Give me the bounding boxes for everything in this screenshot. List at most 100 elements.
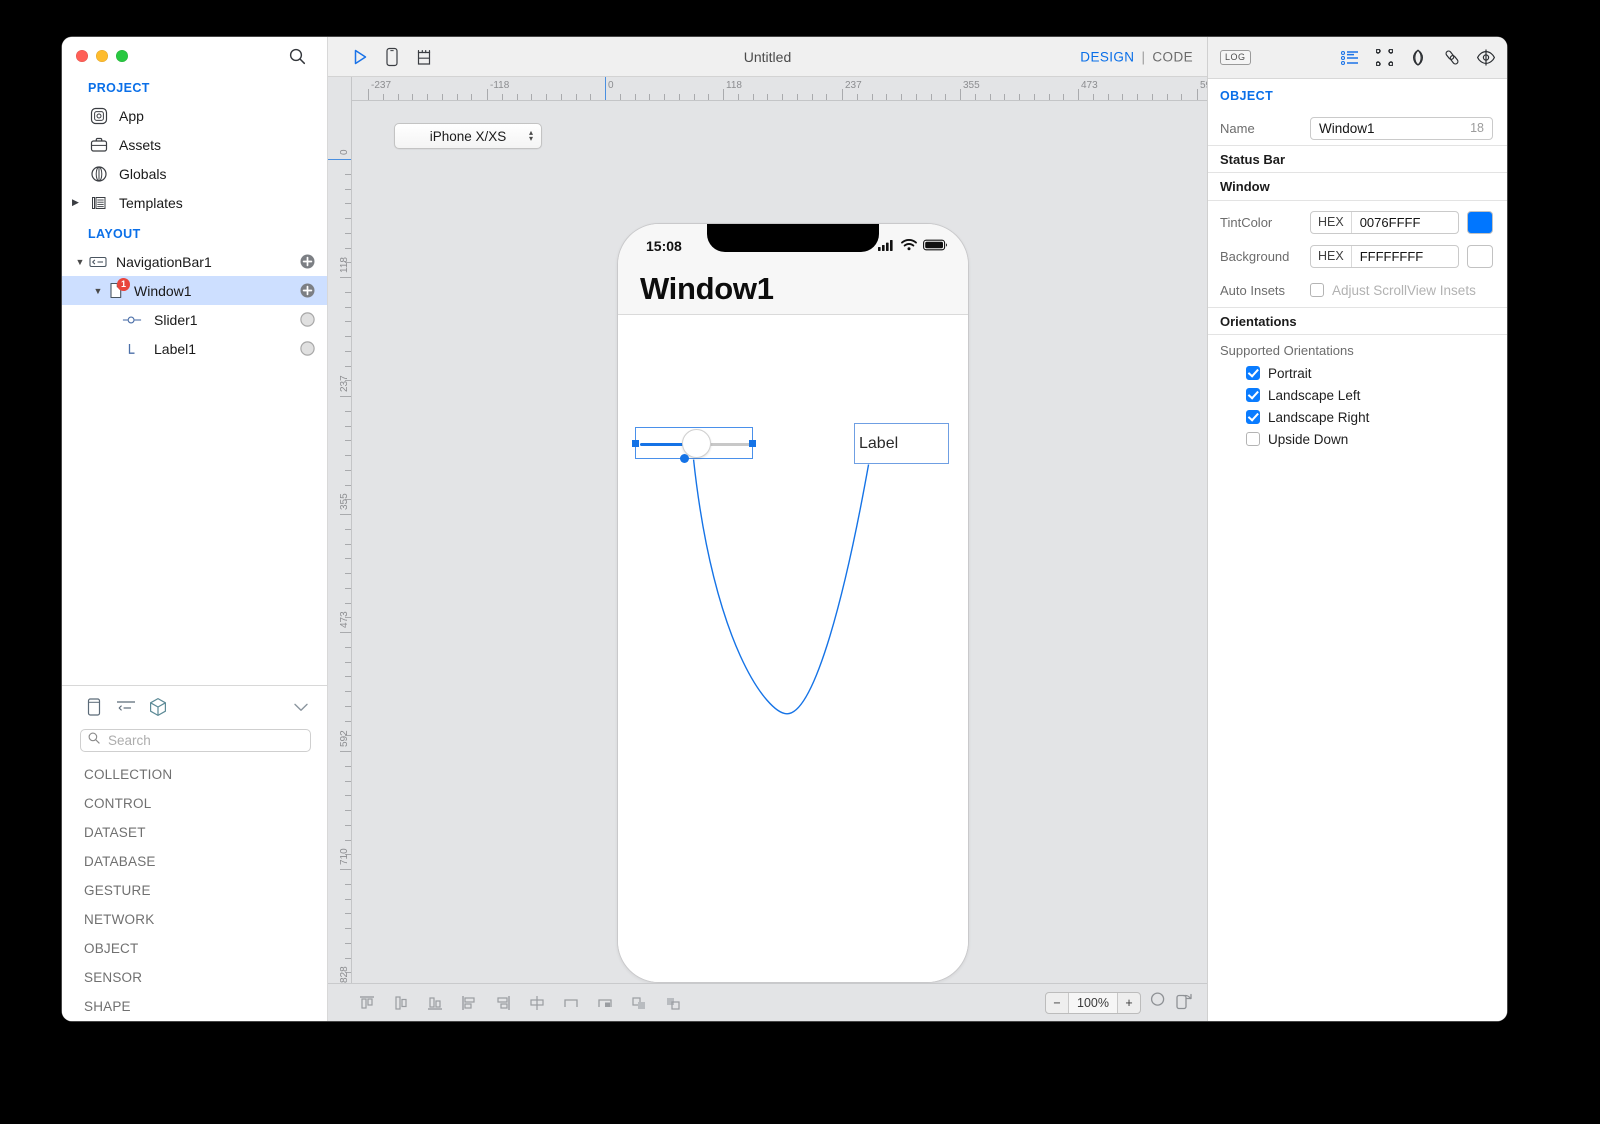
search-input[interactable] [106,731,303,749]
background-property-row: Background HEX FFFFFFFF [1208,239,1507,273]
bring-forward-icon[interactable] [622,990,656,1016]
modules-icon[interactable] [408,42,440,72]
phone-content[interactable]: Label [618,315,968,982]
ruler-minor-tick [531,94,533,100]
circle-icon[interactable] [299,312,315,328]
orientation-row-upside-down[interactable]: Upside Down [1208,428,1507,450]
properties-list-icon[interactable] [1339,47,1361,69]
layout-item-label: Window1 [134,282,192,299]
align-bottom-icon[interactable] [418,990,452,1016]
ruler-minor-tick [345,173,351,175]
layout-item-window1[interactable]: ▼ 1 Window1 [62,276,327,305]
layout-item-navigationbar1[interactable]: ▼ NavigationBar1 [62,247,327,276]
vertical-ruler[interactable]: 0 118 237 355 473 592 710 828 [328,77,352,983]
inspector-toolbar: LOG [1208,37,1507,79]
library-category-dataset[interactable]: DATASET [62,818,327,847]
resize-handle-right[interactable] [749,440,756,447]
size-width-icon[interactable] [554,990,588,1016]
canvas-toolbar: Untitled DESIGN | CODE [328,37,1207,77]
chevron-up-down-icon[interactable]: ▴ ▾ [529,129,533,143]
align-left-icon[interactable] [452,990,486,1016]
resize-handle-left[interactable] [632,440,639,447]
library-category-collection[interactable]: COLLECTION [62,760,327,789]
library-category-control[interactable]: CONTROL [62,789,327,818]
page-icon[interactable] [80,693,108,721]
minimize-window-button[interactable] [96,50,108,62]
orientation-row-portrait[interactable]: Portrait [1208,362,1507,384]
align-right-icon[interactable] [486,990,520,1016]
background-hex-field[interactable]: HEX FFFFFFFF [1310,244,1459,268]
name-field[interactable]: Window1 18 [1310,116,1493,140]
library-category-network[interactable]: NETWORK [62,905,327,934]
send-backward-icon[interactable] [656,990,690,1016]
slider-widget[interactable] [632,427,756,463]
zoom-out-button[interactable]: − [1046,992,1069,1013]
connection-anchor[interactable] [680,454,689,463]
group-orientations[interactable]: Orientations [1208,307,1507,335]
search-icon[interactable] [285,44,309,68]
canvas[interactable]: iPhone X/XS ▴ ▾ 15:08 Window1 Label [352,101,1207,983]
background-swatch[interactable] [1467,244,1493,268]
list-icon[interactable] [112,693,140,721]
chevron-down-icon[interactable] [291,697,311,717]
sidebar-item-templates[interactable]: ▶ Templates [62,188,327,217]
portrait-checkbox[interactable] [1246,366,1260,380]
appearance-icon[interactable] [1407,47,1429,69]
add-icon[interactable] [299,283,315,299]
ruler-tick [340,396,351,397]
library-category-object[interactable]: OBJECT [62,934,327,963]
disclosure-triangle-icon[interactable]: ▶ [72,197,79,208]
zoom-fit-icon[interactable] [1150,992,1167,1014]
label-widget[interactable]: Label [854,423,949,464]
tab-design[interactable]: DESIGN [1080,49,1134,64]
zoom-in-button[interactable]: + [1117,992,1140,1013]
library-category-database[interactable]: DATABASE [62,847,327,876]
device-select[interactable]: iPhone X/XS ▴ ▾ [394,123,542,149]
landscape-left-checkbox[interactable] [1246,388,1260,402]
phone-icon[interactable] [376,42,408,72]
tintcolor-swatch[interactable] [1467,210,1493,234]
library-search-field[interactable] [80,728,311,752]
library-category-gesture[interactable]: GESTURE [62,876,327,905]
preview-eye-icon[interactable] [1475,47,1497,69]
disclosure-triangle-icon[interactable]: ▼ [72,257,88,267]
library-category-shape[interactable]: SHAPE [62,992,327,1021]
ruler-label: 118 [726,80,742,91]
disclosure-triangle-icon[interactable]: ▼ [90,286,106,296]
ruler-minor-tick [1181,94,1183,100]
close-window-button[interactable] [76,50,88,62]
ruler-minor-tick [708,94,710,100]
align-horizontal-center-icon[interactable] [520,990,554,1016]
align-top-icon[interactable] [350,990,384,1016]
sidebar-item-app[interactable]: App [62,101,327,130]
landscape-right-checkbox[interactable] [1246,410,1260,424]
tintcolor-hex-field[interactable]: HEX 0076FFFF [1310,210,1459,234]
library-category-sensor[interactable]: SENSOR [62,963,327,992]
cube-icon[interactable] [144,693,172,721]
size-height-icon[interactable] [588,990,622,1016]
device-preview[interactable]: 15:08 Window1 Label [617,223,969,983]
zoom-level[interactable]: 100% [1069,992,1117,1013]
log-button[interactable]: LOG [1220,50,1251,65]
upside-down-checkbox[interactable] [1246,432,1260,446]
adjust-scrollview-insets-checkbox[interactable] [1310,283,1324,297]
align-vertical-center-icon[interactable] [384,990,418,1016]
group-window[interactable]: Window [1208,173,1507,201]
layout-item-slider1[interactable]: Slider1 [62,305,327,334]
horizontal-ruler[interactable]: -237 -118 0 118 237 355 473 592 [352,77,1207,101]
orientation-row-landscape-left[interactable]: Landscape Left [1208,384,1507,406]
links-icon[interactable] [1441,47,1463,69]
tab-code[interactable]: CODE [1152,49,1193,64]
add-icon[interactable] [299,254,315,270]
zoom-window-button[interactable] [116,50,128,62]
orientation-row-landscape-right[interactable]: Landscape Right [1208,406,1507,428]
sidebar-item-globals[interactable]: Globals [62,159,327,188]
layout-item-label1[interactable]: Label1 [62,334,327,363]
play-icon[interactable] [344,42,376,72]
circle-icon[interactable] [299,341,315,357]
sidebar-item-assets[interactable]: Assets [62,130,327,159]
inspector-panel: LOG OBJECT Name Window1 18 Status Bar Wi… [1207,37,1507,1021]
layout-frame-icon[interactable] [1373,47,1395,69]
rotate-device-icon[interactable] [1173,991,1193,1014]
group-status-bar[interactable]: Status Bar [1208,145,1507,173]
